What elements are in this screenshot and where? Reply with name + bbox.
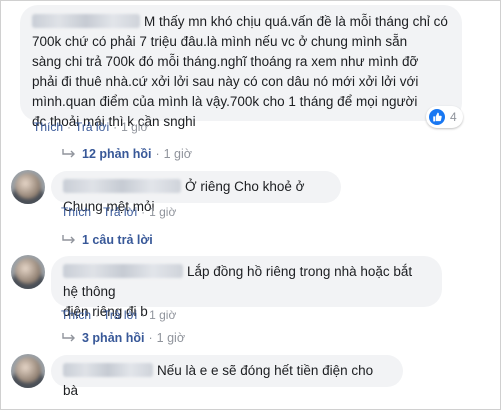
comment-line: sàng chi trả 700k đó mỗi tháng.nghĩ thoá… [32,54,419,69]
replies-summary[interactable]: 3 phản hồi [82,331,145,345]
blurred-author-name[interactable] [63,363,153,377]
view-replies[interactable]: 3 phản hồi · 1 giờ [62,331,185,345]
reply-link[interactable]: Trả lời [75,120,109,134]
comment-time[interactable]: 1 giờ [121,120,148,134]
replies-summary[interactable]: 1 câu trả lời [82,233,153,247]
like-link[interactable]: Thích [33,120,63,134]
separator-dot: · [67,120,72,134]
blurred-author-name[interactable] [63,179,181,193]
view-replies[interactable]: 12 phản hồi · 1 giờ [62,147,192,161]
replies-time: 1 giờ [156,331,186,345]
view-replies[interactable]: 1 câu trả lời [62,233,153,247]
avatar[interactable] [11,354,45,388]
reply-arrow-icon [62,149,75,158]
separator-dot: · [141,205,146,219]
comment-line: M thấy mn khó chịu quá.vấn đề là mỗi thá… [144,14,448,29]
comment-line: mình.quan điểm của mình là vậy.700k cho … [32,94,418,109]
separator-dot: · [148,331,153,345]
thumbs-up-icon [429,109,445,125]
like-link[interactable]: Thích [61,205,91,219]
replies-time: 1 giờ [163,147,192,161]
comment-line: 700k chứ có phải 7 triệu đâu.là mình nếu… [32,34,408,49]
blurred-author-name[interactable] [63,264,183,278]
reply-link[interactable]: Trả lời [103,308,137,322]
blurred-author-name[interactable] [32,14,140,28]
comment-bubble: Lắp đồng hồ riêng trong nhà hoặc bắt hệ … [51,256,442,319]
separator-dot: · [95,205,100,219]
separator-dot: · [95,308,100,322]
comment-actions: Thích · Trả lời · 1 giờ [33,120,148,134]
separator-dot: · [141,308,146,322]
comment-time[interactable]: 1 giờ [149,308,176,322]
comment-line: phải đi thuê nhà.cứ xởi lởi sau này có c… [32,74,419,89]
comment-text: M thấy mn khó chịu quá.vấn đề là mỗi thá… [32,12,450,132]
separator-dot: · [155,147,160,161]
comment-bubble: M thấy mn khó chịu quá.vấn đề là mỗi thá… [20,5,462,129]
reply-arrow-icon [62,235,75,244]
comment-actions: Thích · Trả lời · 1 giờ [61,205,176,219]
replies-summary[interactable]: 12 phản hồi [82,147,151,161]
reaction-summary[interactable]: 4 [426,106,463,128]
comment-bubble: Nếu là e e sẽ đóng hết tiền điện cho bà [51,355,403,398]
comment-time[interactable]: 1 giờ [149,205,176,219]
avatar[interactable] [11,170,45,204]
like-link[interactable]: Thích [61,308,91,322]
reply-arrow-icon [62,333,75,342]
reply-link[interactable]: Trả lời [103,205,137,219]
separator-dot: · [113,120,118,134]
comment-actions: Thích · Trả lời · 1 giờ [61,308,176,322]
avatar[interactable] [11,255,45,289]
reaction-count: 4 [450,110,457,124]
comment-bubble: Ở riêng Cho khoẻ ở Chung mệt mỏi [51,171,341,214]
